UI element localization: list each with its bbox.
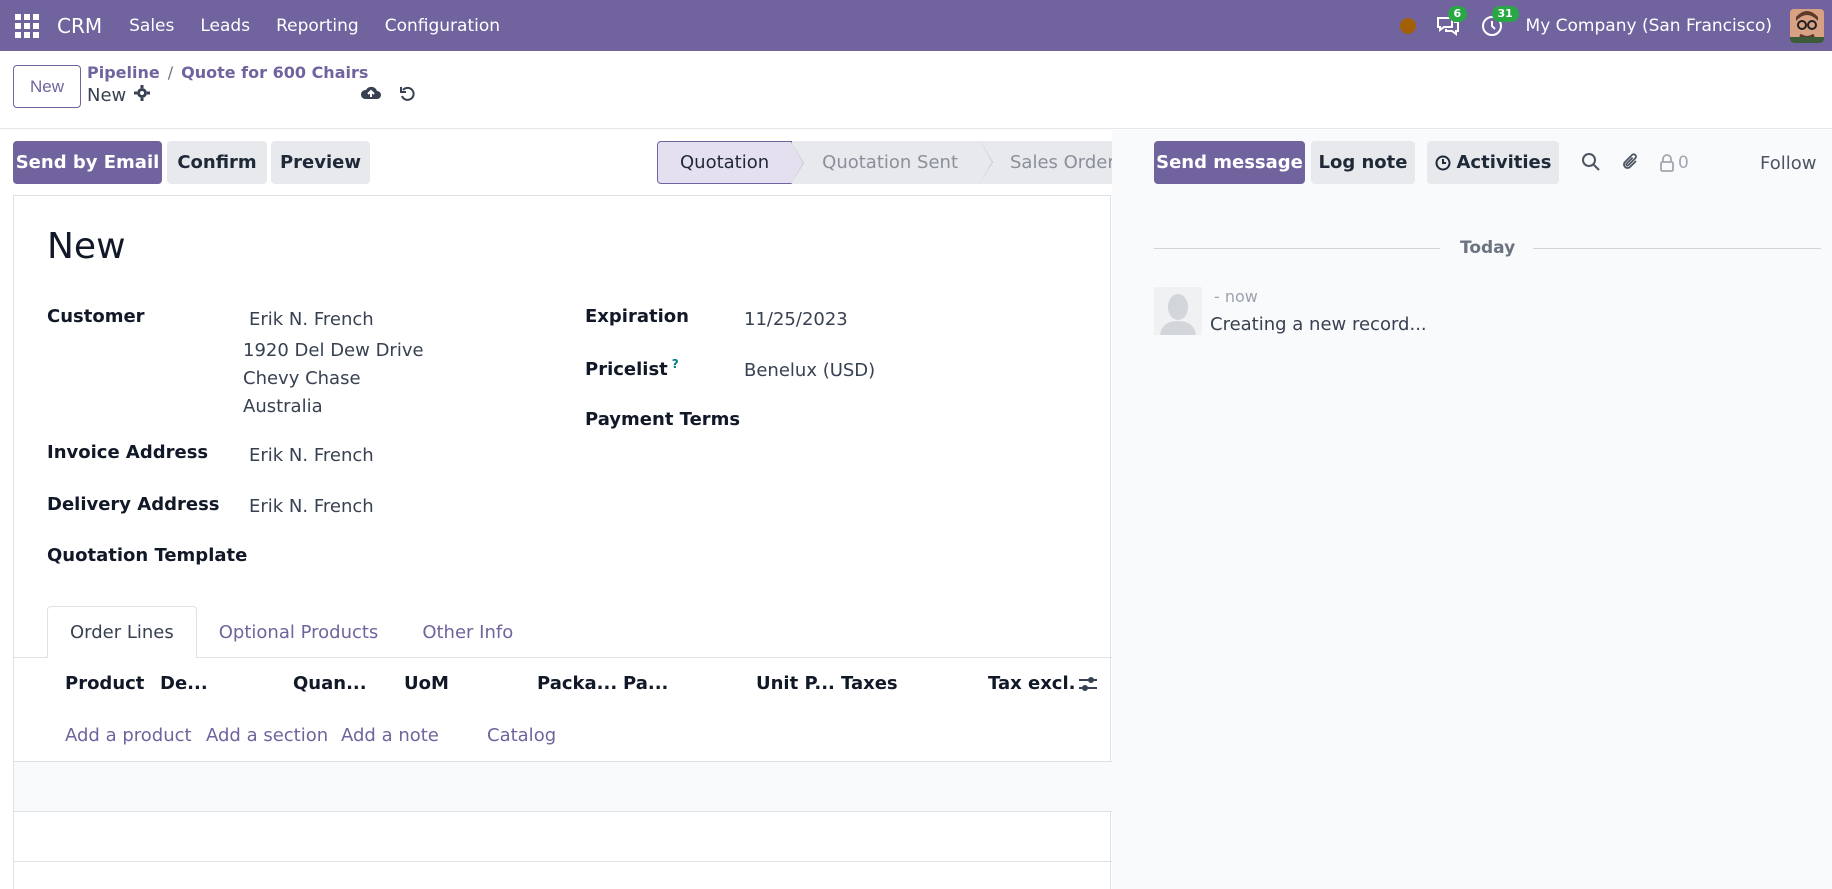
row-divider	[14, 861, 1112, 862]
tab-optional-products[interactable]: Optional Products	[197, 606, 401, 658]
tab-other-info[interactable]: Other Info	[400, 606, 535, 658]
invoice-address-field[interactable]: Erik N. French	[249, 445, 374, 466]
chatter-panel: Send message Log note Activities 0 Follo…	[1112, 130, 1832, 889]
invoice-address-label: Invoice Address	[47, 442, 209, 463]
payment-terms-label: Payment Terms	[585, 409, 741, 430]
top-navbar: CRM Sales Leads Reporting Configuration …	[0, 0, 1832, 51]
catalog-link[interactable]: Catalog	[487, 725, 556, 746]
customer-field[interactable]: Erik N. French	[249, 309, 374, 330]
message-avatar	[1154, 287, 1202, 335]
discard-icon[interactable]	[399, 85, 417, 107]
column-taxes[interactable]: Taxes	[841, 673, 898, 694]
breadcrumb-separator: /	[167, 63, 174, 82]
customer-address-line2: Chevy Chase	[243, 368, 361, 389]
column-packaging[interactable]: Packa...	[537, 673, 617, 694]
app-name[interactable]: CRM	[57, 14, 102, 38]
column-product[interactable]: Product	[65, 673, 144, 694]
pricelist-help-icon[interactable]: ?	[672, 357, 679, 371]
status-bar: Quotation Quotation Sent Sales Order	[657, 141, 1137, 184]
breadcrumb: Pipeline / Quote for 600 Chairs	[87, 63, 368, 82]
expiration-label: Expiration	[585, 306, 689, 327]
activities-button[interactable]: Activities	[1427, 141, 1559, 184]
activities-label: Activities	[1456, 152, 1552, 173]
send-by-email-button[interactable]: Send by Email	[13, 141, 162, 184]
empty-row	[14, 762, 1112, 811]
column-unit-price[interactable]: Unit P...	[756, 673, 835, 694]
column-uom[interactable]: UoM	[404, 673, 449, 694]
add-note-link[interactable]: Add a note	[341, 725, 439, 746]
menu-reporting[interactable]: Reporting	[276, 16, 359, 36]
add-product-link[interactable]: Add a product	[65, 725, 192, 746]
column-quantity[interactable]: Quan...	[293, 673, 367, 694]
pricelist-label-text: Pricelist	[585, 359, 668, 380]
user-avatar[interactable]	[1790, 8, 1824, 43]
form-sheet: New Customer Erik N. French 1920 Del Dew…	[13, 195, 1112, 889]
column-description[interactable]: De...	[160, 673, 208, 694]
messages-badge: 6	[1447, 5, 1468, 22]
expiration-field[interactable]: 11/25/2023	[744, 309, 848, 330]
activities-badge: 31	[1491, 5, 1519, 22]
customer-address-line1: 1920 Del Dew Drive	[243, 340, 424, 361]
app-grid-icon[interactable]	[15, 13, 39, 38]
log-note-button[interactable]: Log note	[1311, 141, 1415, 184]
clock-icon	[1435, 155, 1450, 170]
breadcrumb-pipeline[interactable]: Pipeline	[87, 63, 160, 82]
tab-order-lines[interactable]: Order Lines	[47, 606, 197, 658]
column-tax-excl[interactable]: Tax excl.	[988, 673, 1075, 694]
send-message-button[interactable]: Send message	[1154, 141, 1305, 184]
record-title[interactable]: New	[47, 226, 126, 267]
pricelist-field[interactable]: Benelux (USD)	[744, 360, 875, 381]
message-body: Creating a new record...	[1210, 314, 1427, 335]
search-icon[interactable]	[1581, 152, 1601, 176]
record-name: New	[87, 85, 151, 106]
new-record-button[interactable]: New	[13, 65, 81, 108]
follow-button[interactable]: Follow	[1760, 153, 1816, 174]
status-dot-icon[interactable]	[1399, 17, 1416, 34]
preview-button[interactable]: Preview	[271, 141, 370, 184]
messages-icon[interactable]: 6	[1434, 5, 1468, 40]
menu-sales[interactable]: Sales	[129, 16, 174, 36]
save-cloud-icon[interactable]	[360, 84, 382, 106]
stage-quotation-sent[interactable]: Quotation Sent	[792, 141, 993, 184]
menu-leads[interactable]: Leads	[200, 16, 250, 36]
company-switcher[interactable]: My Company (San Francisco)	[1526, 16, 1772, 36]
followers-button[interactable]: 0	[1660, 153, 1689, 173]
optional-columns-icon[interactable]	[1078, 674, 1098, 698]
today-separator: Today	[1460, 238, 1516, 258]
record-name-label: New	[87, 85, 127, 106]
today-divider-left	[1154, 248, 1440, 249]
row-divider	[14, 811, 1112, 812]
customer-label: Customer	[47, 306, 145, 327]
quotation-template-label: Quotation Template	[47, 545, 248, 566]
confirm-button[interactable]: Confirm	[167, 141, 267, 184]
gear-icon[interactable]	[134, 85, 151, 106]
column-packaging-qty[interactable]: Pa...	[623, 673, 668, 694]
control-panel: New Pipeline / Quote for 600 Chairs New	[0, 51, 1832, 129]
attachment-icon[interactable]	[1621, 152, 1641, 176]
followers-count: 0	[1678, 153, 1689, 173]
menu-configuration[interactable]: Configuration	[385, 16, 500, 36]
stage-quotation[interactable]: Quotation	[657, 141, 805, 184]
lock-icon	[1660, 154, 1674, 172]
add-section-link[interactable]: Add a section	[206, 725, 328, 746]
delivery-address-label: Delivery Address	[47, 494, 220, 515]
today-divider-right	[1533, 248, 1821, 249]
message-time: - now	[1214, 287, 1258, 306]
notebook-tabs: Order Lines Optional Products Other Info	[47, 606, 535, 658]
breadcrumb-quote[interactable]: Quote for 600 Chairs	[181, 63, 368, 82]
customer-address-line3: Australia	[243, 396, 323, 417]
pricelist-label: Pricelist?	[585, 357, 679, 380]
delivery-address-field[interactable]: Erik N. French	[249, 496, 374, 517]
navbar-systray: 6 31 My Company (San Francisco)	[1399, 0, 1832, 51]
activities-clock-icon[interactable]: 31	[1478, 5, 1519, 40]
